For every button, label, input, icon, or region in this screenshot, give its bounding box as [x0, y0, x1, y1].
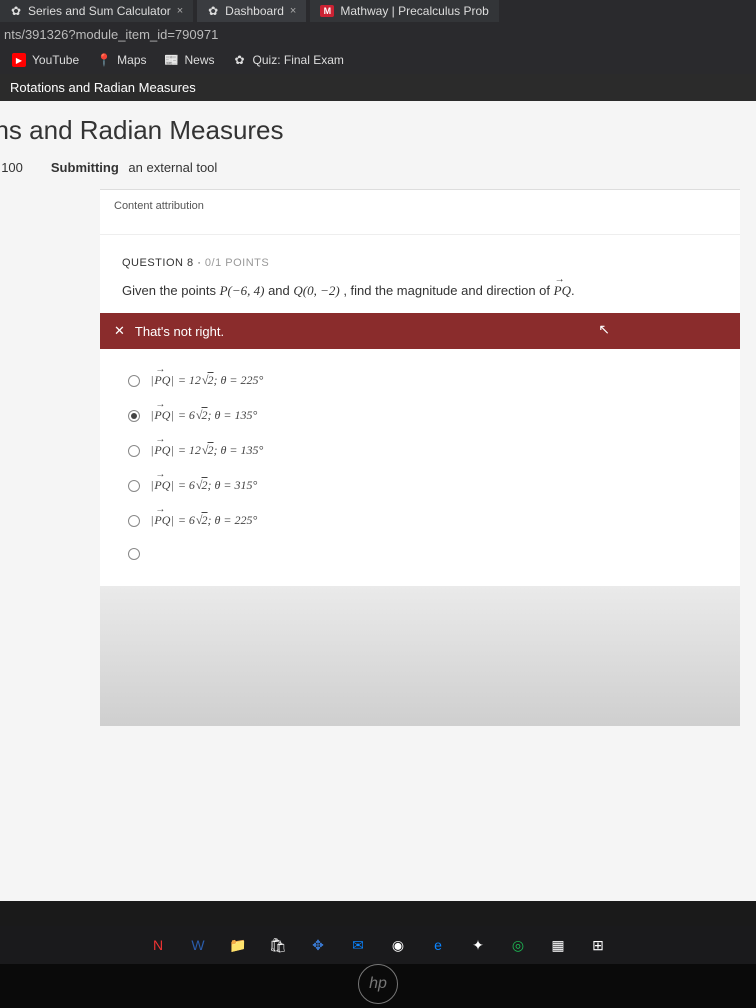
- radio-button[interactable]: [128, 548, 140, 560]
- feedback-banner: ✕ That's not right. ↖: [100, 313, 740, 349]
- taskbar-app-icon[interactable]: ✉: [347, 934, 369, 956]
- assignment-meta: ts 100 Submitting an external tool: [0, 156, 756, 189]
- vector-pq: PQ: [554, 283, 571, 299]
- option-formula: PQ = 122; θ = 135°: [150, 443, 263, 458]
- mathway-icon: M: [320, 5, 334, 17]
- point-p: P(−6, 4): [220, 283, 265, 298]
- option-formula: PQ = 62; θ = 135°: [150, 408, 257, 423]
- question-prompt: Given the points P(−6, 4) and Q(0, −2) ,…: [122, 283, 718, 299]
- answer-option[interactable]: [122, 538, 718, 570]
- radio-button[interactable]: [128, 445, 140, 457]
- taskbar-app-icon[interactable]: ◉: [387, 934, 409, 956]
- breadcrumb: Rotations and Radian Measures: [0, 74, 756, 101]
- bookmark-label: YouTube: [32, 53, 79, 67]
- prompt-text: .: [571, 283, 575, 298]
- radio-button[interactable]: [128, 515, 140, 527]
- page-title: ons and Radian Measures: [0, 101, 756, 156]
- taskbar-app-icon[interactable]: 📁: [227, 934, 249, 956]
- bookmark-label: News: [185, 53, 215, 67]
- maps-icon: 📍: [97, 53, 111, 67]
- radio-button[interactable]: [128, 480, 140, 492]
- answer-option[interactable]: PQ = 62; θ = 135°: [122, 398, 718, 433]
- cursor-icon: ↖: [598, 321, 610, 338]
- star-icon: ✿: [207, 5, 219, 17]
- youtube-icon: ▶: [12, 53, 26, 67]
- close-icon[interactable]: ×: [177, 5, 183, 17]
- prompt-text: Given the points: [122, 283, 220, 298]
- bookmarks-bar: ▶ YouTube 📍 Maps 📰 News ✿ Quiz: Final Ex…: [0, 46, 756, 74]
- tab-dashboard[interactable]: ✿ Dashboard ×: [197, 0, 306, 22]
- windows-taskbar: NW 📁 🛍 ✥ ✉ ◉ e ✦ ◎ ▦ ⊞: [0, 926, 756, 964]
- bookmark-label: Quiz: Final Exam: [253, 53, 344, 67]
- option-formula: PQ = 62; θ = 315°: [150, 478, 257, 493]
- answer-options: PQ = 122; θ = 225° PQ = 62; θ = 135° PQ = …: [122, 357, 718, 576]
- answer-option[interactable]: PQ = 122; θ = 135°: [122, 433, 718, 468]
- taskbar-app-icon[interactable]: ✦: [467, 934, 489, 956]
- tab-label: Dashboard: [225, 4, 284, 18]
- answer-option[interactable]: PQ = 122; θ = 225°: [122, 363, 718, 398]
- prompt-text: and: [268, 283, 293, 298]
- question-card: QUESTION 8 · 0/1 POINTS Given the points…: [100, 235, 740, 586]
- bookmark-youtube[interactable]: ▶ YouTube: [12, 53, 79, 67]
- taskbar-app-icon[interactable]: ▦: [547, 934, 569, 956]
- question-number: QUESTION 8: [122, 257, 194, 269]
- quiz-icon: ✿: [233, 53, 247, 67]
- content-attribution[interactable]: Content attribution: [100, 190, 740, 235]
- x-icon: ✕: [114, 323, 125, 339]
- address-bar[interactable]: nts/391326?module_item_id=790971: [0, 27, 218, 42]
- taskbar-app-icon[interactable]: ⊞: [587, 934, 609, 956]
- taskbar-app-icon[interactable]: W: [187, 934, 209, 956]
- radio-button[interactable]: [128, 410, 140, 422]
- browser-tabs: ✿ Series and Sum Calculator × ✿ Dashboar…: [0, 0, 756, 22]
- taskbar-app-icon[interactable]: e: [427, 934, 449, 956]
- news-icon: 📰: [165, 53, 179, 67]
- tab-mathway[interactable]: M Mathway | Precalculus Prob: [310, 0, 499, 22]
- bookmark-label: Maps: [117, 53, 146, 67]
- submitting-value: an external tool: [128, 160, 217, 175]
- tab-label: Series and Sum Calculator: [28, 4, 171, 18]
- option-formula: PQ = 122; θ = 225°: [150, 373, 263, 388]
- bookmark-quiz[interactable]: ✿ Quiz: Final Exam: [233, 53, 344, 67]
- question-points: 0/1 POINTS: [205, 257, 269, 269]
- answer-option[interactable]: PQ = 62; θ = 315°: [122, 468, 718, 503]
- close-icon[interactable]: ×: [290, 5, 296, 17]
- option-formula: PQ = 62; θ = 225°: [150, 513, 257, 528]
- taskbar-app-icon[interactable]: ✥: [307, 934, 329, 956]
- points-value: 100: [1, 160, 23, 175]
- taskbar-app-icon[interactable]: 🛍: [267, 934, 289, 956]
- bookmark-news[interactable]: 📰 News: [165, 53, 215, 67]
- answer-option[interactable]: PQ = 62; θ = 225°: [122, 503, 718, 538]
- taskbar-app-icon[interactable]: ◎: [507, 934, 529, 956]
- bookmark-maps[interactable]: 📍 Maps: [97, 53, 146, 67]
- radio-button[interactable]: [128, 375, 140, 387]
- taskbar-app-icon[interactable]: N: [147, 934, 169, 956]
- prompt-text: , find the magnitude and direction of: [343, 283, 553, 298]
- breadcrumb-text: Rotations and Radian Measures: [10, 80, 196, 95]
- tab-calculator[interactable]: ✿ Series and Sum Calculator ×: [0, 0, 193, 22]
- star-icon: ✿: [10, 5, 22, 17]
- submitting-label: Submitting: [51, 160, 119, 175]
- tab-label: Mathway | Precalculus Prob: [340, 4, 489, 18]
- point-q: Q(0, −2): [293, 283, 339, 298]
- hp-logo-icon: hp: [358, 964, 398, 1004]
- feedback-text: That's not right.: [135, 324, 224, 339]
